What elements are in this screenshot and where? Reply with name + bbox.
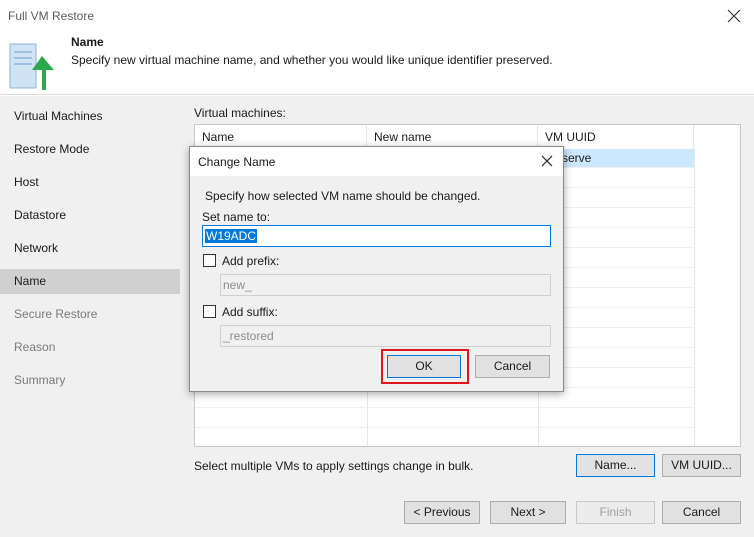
ok-button-highlight bbox=[381, 349, 469, 384]
prefix-input: new_ bbox=[220, 274, 551, 296]
cancel-button[interactable]: Cancel bbox=[662, 501, 741, 524]
set-name-label: Set name to: bbox=[202, 210, 271, 224]
name-button[interactable]: Name... bbox=[576, 454, 655, 477]
step-virtual-machines[interactable]: Virtual Machines bbox=[0, 104, 180, 129]
dialog-cancel-button[interactable]: Cancel bbox=[475, 355, 550, 378]
row-divider bbox=[195, 407, 694, 408]
page-subtitle: Specify new virtual machine name, and wh… bbox=[71, 53, 553, 67]
window-title: Full VM Restore bbox=[8, 9, 95, 23]
suffix-placeholder: _restored bbox=[223, 329, 274, 343]
step-host[interactable]: Host bbox=[0, 170, 180, 195]
step-restore-mode[interactable]: Restore Mode bbox=[0, 137, 180, 162]
step-name[interactable]: Name bbox=[0, 269, 180, 294]
dialog-title-bar: Change Name bbox=[190, 147, 563, 176]
step-secure-restore: Secure Restore bbox=[14, 307, 98, 321]
vm-uuid-button[interactable]: VM UUID... bbox=[662, 454, 741, 477]
column-divider bbox=[694, 149, 695, 446]
prefix-placeholder: new_ bbox=[223, 278, 252, 292]
wizard-steps: Virtual Machines Restore Mode Host Datas… bbox=[0, 96, 181, 537]
previous-button[interactable]: < Previous bbox=[404, 501, 480, 524]
add-suffix-label: Add suffix: bbox=[222, 305, 278, 319]
set-name-value: W19ADC bbox=[205, 229, 258, 243]
wizard-header: Name Specify new virtual machine name, a… bbox=[0, 32, 754, 95]
virtual-machines-label: Virtual machines: bbox=[194, 106, 286, 120]
close-icon[interactable] bbox=[537, 151, 557, 171]
dialog-title: Change Name bbox=[198, 155, 276, 169]
dialog-instruction: Specify how selected VM name should be c… bbox=[205, 189, 481, 203]
add-suffix-checkbox[interactable] bbox=[203, 305, 216, 318]
set-name-input[interactable]: W19ADC bbox=[202, 225, 551, 247]
row-divider bbox=[195, 427, 694, 428]
suffix-input: _restored bbox=[220, 325, 551, 347]
bulk-hint: Select multiple VMs to apply settings ch… bbox=[194, 459, 474, 473]
next-button[interactable]: Next > bbox=[490, 501, 566, 524]
add-prefix-label: Add prefix: bbox=[222, 254, 280, 268]
step-summary: Summary bbox=[14, 373, 66, 387]
finish-button: Finish bbox=[576, 501, 655, 524]
step-reason: Reason bbox=[14, 340, 56, 354]
add-prefix-checkbox[interactable] bbox=[203, 254, 216, 267]
table-cell-uuid: serve bbox=[562, 151, 592, 165]
close-icon[interactable] bbox=[722, 4, 746, 28]
change-name-dialog: Change Name Specify how selected VM name… bbox=[189, 146, 564, 392]
page-title: Name bbox=[71, 35, 104, 49]
step-network[interactable]: Network bbox=[0, 236, 180, 261]
step-datastore[interactable]: Datastore bbox=[0, 203, 180, 228]
restore-wizard-icon bbox=[9, 43, 54, 90]
title-bar: Full VM Restore bbox=[0, 0, 754, 32]
